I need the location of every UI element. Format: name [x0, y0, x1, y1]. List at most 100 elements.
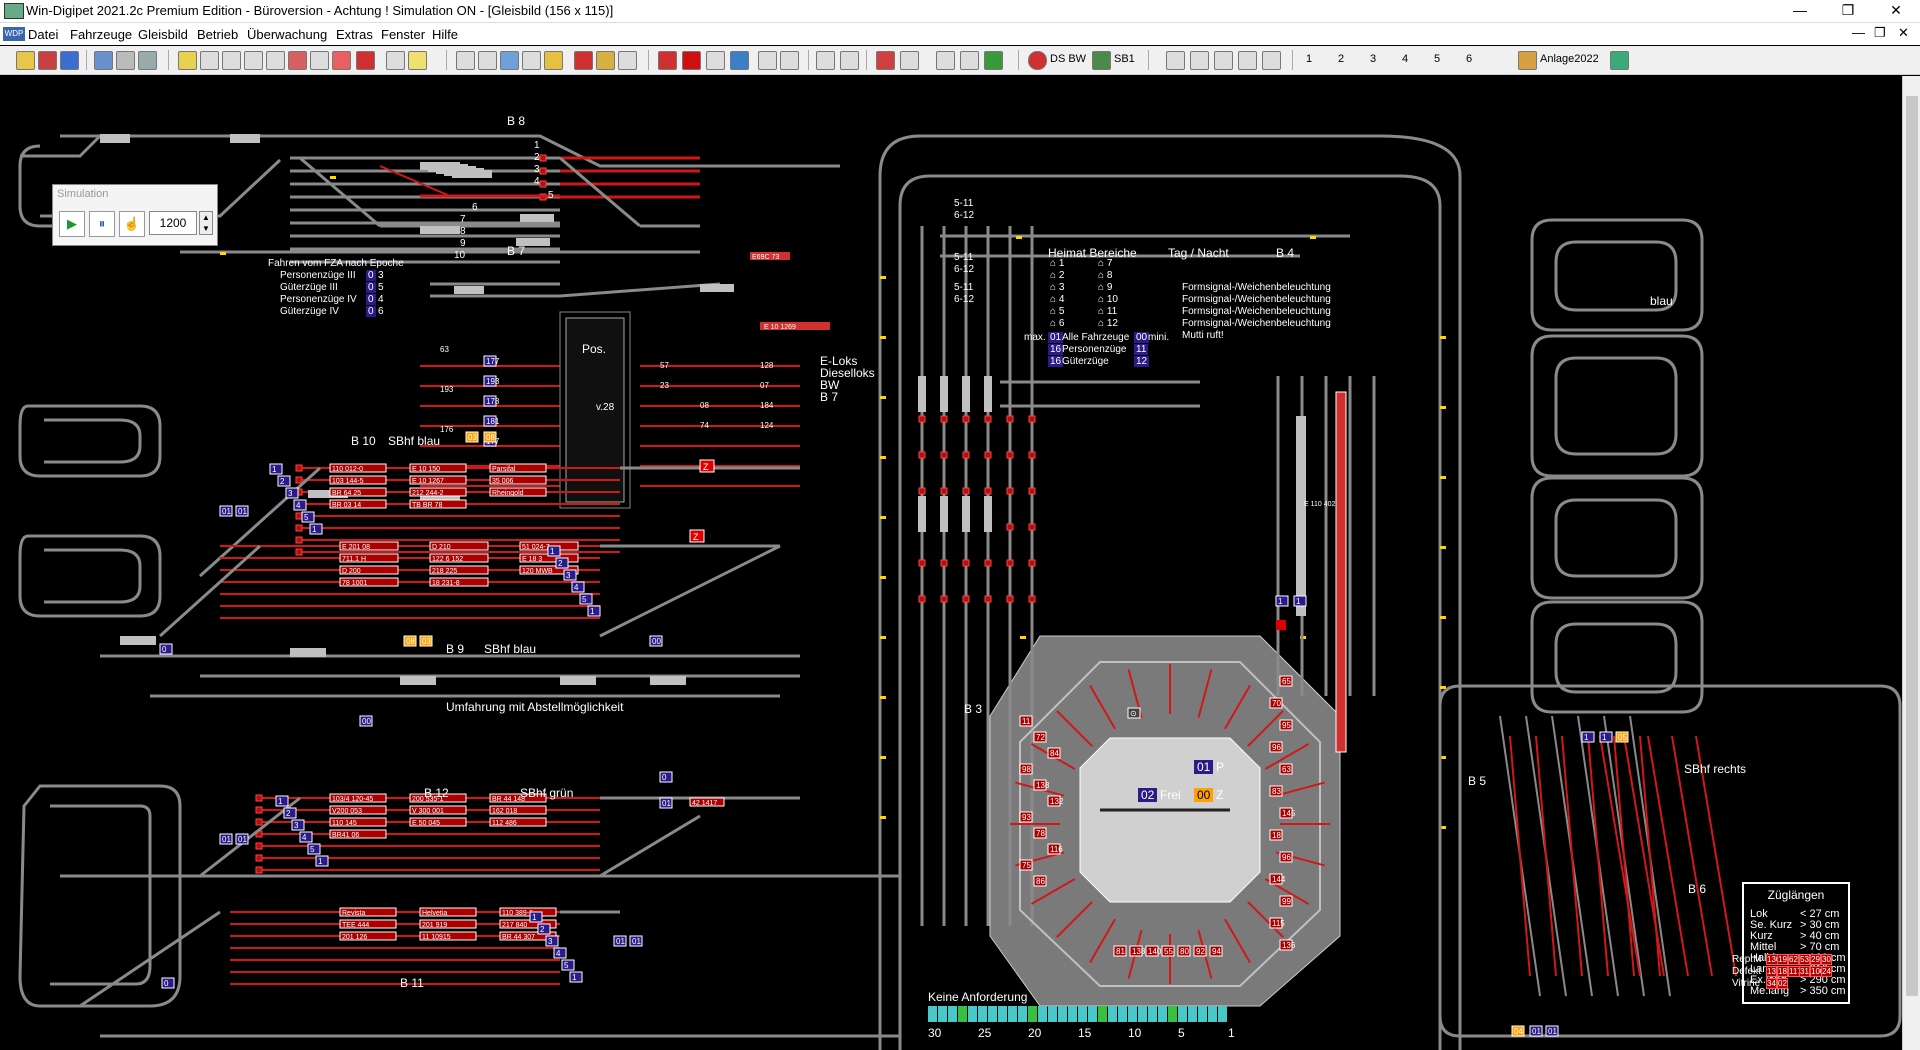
- menu-gleisbild[interactable]: Gleisbild: [138, 27, 188, 42]
- film-icon[interactable]: [574, 51, 593, 70]
- mdi-restore-button[interactable]: ❐: [1874, 25, 1886, 41]
- menu-fahrzeuge[interactable]: Fahrzeuge: [70, 27, 132, 42]
- anforderung-slot[interactable]: [1038, 1006, 1047, 1022]
- repair-cell[interactable]: 29: [1810, 954, 1821, 965]
- layout-select-icon[interactable]: [16, 51, 35, 70]
- profile-1-icon[interactable]: [1166, 51, 1185, 70]
- exit-icon[interactable]: [1610, 51, 1629, 70]
- switch-icon[interactable]: [244, 51, 263, 70]
- minimize-button[interactable]: —: [1778, 0, 1822, 22]
- heimat-item[interactable]: ⌂ 7: [1098, 258, 1112, 269]
- close-button[interactable]: ✕: [1874, 0, 1918, 22]
- anforderung-slot[interactable]: [978, 1006, 987, 1022]
- anforderung-slot[interactable]: [1068, 1006, 1077, 1022]
- heimat-item[interactable]: ⌂ 12: [1098, 318, 1118, 329]
- turntable-z-badge[interactable]: 00: [1194, 788, 1214, 802]
- anforderung-slot[interactable]: [1188, 1006, 1197, 1022]
- ds-bw-icon[interactable]: [1028, 51, 1047, 70]
- heimat-item[interactable]: ⌂ 4: [1050, 294, 1064, 305]
- heimat-item[interactable]: ⌂ 6: [1050, 318, 1064, 329]
- mdi-close-button[interactable]: ✕: [1898, 25, 1909, 41]
- anforderung-slot[interactable]: [928, 1006, 937, 1022]
- ds-bw-label[interactable]: DS BW: [1050, 53, 1086, 65]
- print-icon[interactable]: [116, 51, 135, 70]
- anforderung-slot[interactable]: [1018, 1006, 1027, 1022]
- heimat-item[interactable]: ⌂ 2: [1050, 270, 1064, 281]
- heimat-badge[interactable]: 01: [1048, 332, 1064, 343]
- heimat-item[interactable]: ⌂ 11: [1098, 306, 1117, 317]
- anforderung-slot[interactable]: [1168, 1006, 1177, 1022]
- repair-cell[interactable]: 53: [1799, 954, 1810, 965]
- route-icon[interactable]: [310, 51, 329, 70]
- number-button-4[interactable]: 4: [1402, 53, 1408, 65]
- heimat-badge[interactable]: 12: [1134, 356, 1150, 367]
- stop-sign-icon[interactable]: [682, 51, 701, 70]
- simulation-speed-input[interactable]: 1200: [149, 211, 197, 235]
- anforderung-slot[interactable]: [1158, 1006, 1167, 1022]
- fza-row-badge[interactable]: 0: [366, 282, 376, 293]
- track-diagram[interactable]: 6319317617817719317818117757230874128071…: [0, 76, 1902, 1050]
- cabinet-icon[interactable]: [596, 51, 615, 70]
- menu-fenster[interactable]: Fenster: [381, 27, 425, 42]
- number-button-1[interactable]: 1: [1306, 53, 1312, 65]
- locomotive-icon[interactable]: [38, 51, 57, 70]
- zoom-out-icon[interactable]: [840, 51, 859, 70]
- sb1-label[interactable]: SB1: [1114, 53, 1135, 65]
- signal-tower-icon[interactable]: [758, 51, 777, 70]
- heimat-badge[interactable]: 16: [1048, 356, 1064, 367]
- anforderung-slot[interactable]: [1138, 1006, 1147, 1022]
- heimat-item[interactable]: ⌂ 1: [1050, 258, 1064, 269]
- heimat-badge[interactable]: 11: [1134, 344, 1149, 355]
- restore-button[interactable]: ❐: [1826, 0, 1870, 22]
- profile-3-icon[interactable]: [1214, 51, 1233, 70]
- anforderung-slot[interactable]: [1128, 1006, 1137, 1022]
- heimat-badge[interactable]: 00: [1134, 332, 1150, 343]
- heimat-item[interactable]: ⌂ 9: [1098, 282, 1112, 293]
- anforderung-slot[interactable]: [988, 1006, 997, 1022]
- anforderung-slot[interactable]: [1088, 1006, 1097, 1022]
- turntable-p-badge[interactable]: 01: [1194, 760, 1214, 774]
- anforderung-slot[interactable]: [1148, 1006, 1157, 1022]
- turntable-frei-badge[interactable]: 02: [1138, 788, 1158, 802]
- anforderung-slot[interactable]: [968, 1006, 977, 1022]
- simulation-pause-button[interactable]: ⏸: [89, 211, 115, 237]
- simulation-play-button[interactable]: ▶: [59, 211, 85, 237]
- number-button-2[interactable]: 2: [1338, 53, 1344, 65]
- heimat-item[interactable]: ⌂ 8: [1098, 270, 1112, 281]
- layout-name[interactable]: Anlage2022: [1540, 53, 1599, 65]
- anforderung-slot[interactable]: [1048, 1006, 1057, 1022]
- play-routes-icon[interactable]: [984, 51, 1003, 70]
- emergency-icon[interactable]: [876, 51, 895, 70]
- simulation-spinner[interactable]: ▲ ▼: [199, 211, 213, 235]
- binoculars-icon[interactable]: [456, 51, 475, 70]
- repair-cell[interactable]: 31: [1799, 966, 1810, 977]
- settings-icon[interactable]: [138, 51, 157, 70]
- anforderung-slot[interactable]: [1198, 1006, 1207, 1022]
- anforderung-slot[interactable]: [1098, 1006, 1107, 1022]
- fza-row-badge[interactable]: 0: [366, 306, 376, 317]
- table-icon[interactable]: [386, 51, 405, 70]
- note-icon[interactable]: [544, 51, 563, 70]
- anforderung-slot[interactable]: [948, 1006, 957, 1022]
- repair-cell[interactable]: 18: [1777, 966, 1788, 977]
- simulation-hand-button[interactable]: ☝: [119, 211, 145, 237]
- grid-icon[interactable]: [222, 51, 241, 70]
- monitor-icon[interactable]: [94, 51, 113, 70]
- number-button-6[interactable]: 6: [1466, 53, 1472, 65]
- anforderung-slot[interactable]: [1108, 1006, 1117, 1022]
- heimat-item[interactable]: ⌂ 3: [1050, 282, 1064, 293]
- block-icon[interactable]: [332, 51, 351, 70]
- menu-extras[interactable]: Extras: [336, 27, 373, 42]
- book-icon[interactable]: [478, 51, 497, 70]
- contact-icon[interactable]: [288, 51, 307, 70]
- search-icon[interactable]: [408, 51, 427, 70]
- menu-hilfe[interactable]: Hilfe: [432, 27, 458, 42]
- zoom-in-icon[interactable]: [816, 51, 835, 70]
- track-occupancy-icon[interactable]: [900, 51, 919, 70]
- anforderung-slot[interactable]: [1178, 1006, 1187, 1022]
- heimat-item[interactable]: ⌂ 5: [1050, 306, 1064, 317]
- repair-cell[interactable]: 30: [1821, 954, 1832, 965]
- anforderung-slot[interactable]: [1008, 1006, 1017, 1022]
- heimat-item[interactable]: ⌂ 10: [1098, 294, 1118, 305]
- number-button-3[interactable]: 3: [1370, 53, 1376, 65]
